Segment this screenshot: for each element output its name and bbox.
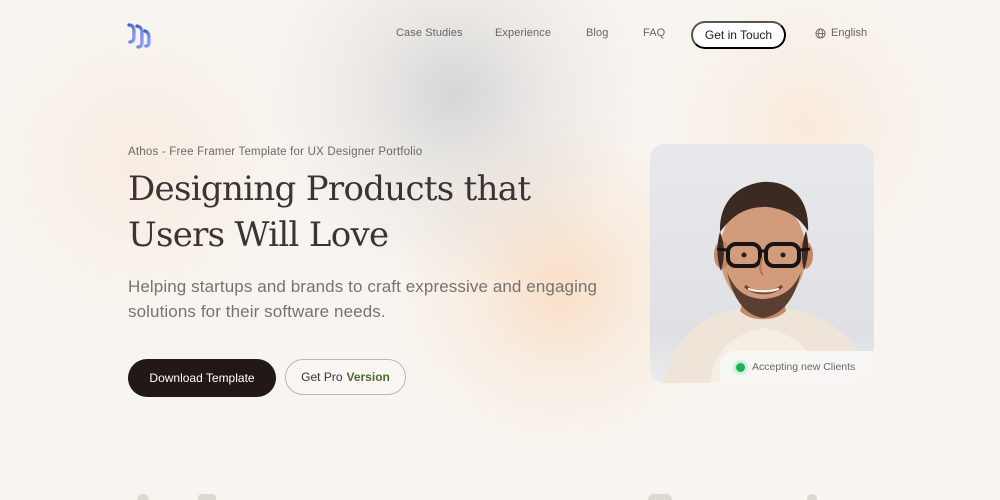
nav-faq[interactable]: FAQ xyxy=(643,27,665,39)
language-label: English xyxy=(831,27,868,39)
bottom-decorative-shape xyxy=(807,494,817,500)
language-selector[interactable]: English xyxy=(815,27,867,39)
availability-status-badge: Accepting new Clients xyxy=(720,351,874,383)
status-dot-icon xyxy=(736,362,745,372)
profile-photo xyxy=(650,144,874,383)
get-in-touch-button[interactable]: Get in Touch xyxy=(691,21,786,49)
version-label: Version xyxy=(346,370,390,384)
headline-line-1: Designing Products that xyxy=(128,169,531,209)
hero-eyebrow: Athos - Free Framer Template for UX Desi… xyxy=(128,146,423,158)
bottom-decorative-shape xyxy=(648,494,672,500)
nav-experience[interactable]: Experience xyxy=(495,27,551,39)
nav-blog[interactable]: Blog xyxy=(586,27,608,39)
description-line-2: solutions for their software needs. xyxy=(128,302,386,321)
hero-headline: Designing Products that Users Will Love xyxy=(128,166,558,258)
download-template-button[interactable]: Download Template xyxy=(128,359,276,397)
globe-icon xyxy=(815,27,826,39)
hero-description: Helping startups and brands to craft exp… xyxy=(128,274,608,324)
availability-status-label: Accepting new Clients xyxy=(752,361,856,373)
headline-line-2: Users Will Love xyxy=(128,215,389,255)
brand-logo-icon[interactable] xyxy=(124,21,154,51)
get-pro-label: Get Pro xyxy=(301,370,343,384)
bottom-decorative-shape xyxy=(198,494,216,500)
description-line-1: Helping startups and brands to craft exp… xyxy=(128,277,598,296)
portrait-illustration xyxy=(650,144,874,383)
bottom-decorative-shape xyxy=(137,494,149,500)
get-pro-version-button[interactable]: Get Pro Version xyxy=(285,359,406,395)
nav-case-studies[interactable]: Case Studies xyxy=(396,27,463,39)
